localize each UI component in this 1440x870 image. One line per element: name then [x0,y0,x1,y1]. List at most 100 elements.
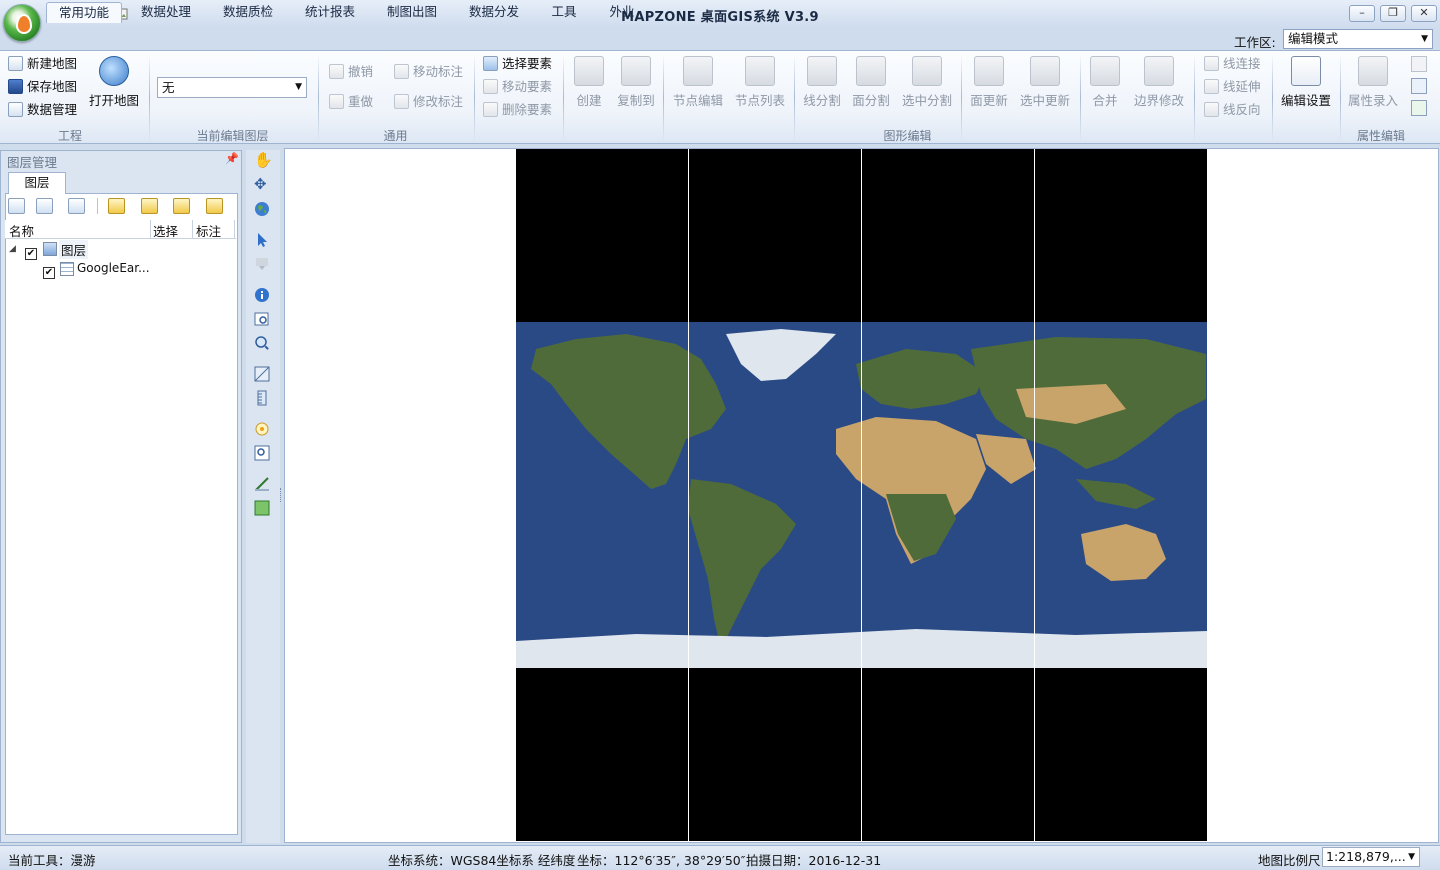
data-manage-button[interactable]: 数据管理 [8,100,77,120]
measure-area-icon[interactable] [254,366,270,382]
zoom-search-icon[interactable] [254,335,270,351]
ruler-icon[interactable] [254,390,270,406]
polygon-update-button[interactable]: 面更新 [969,54,1009,110]
zoom-to-layer-icon[interactable] [254,445,270,461]
delete-feature-icon [483,102,498,117]
root-checkbox[interactable]: ✔ [25,243,37,260]
create-label: 创建 [576,93,602,108]
close-button[interactable]: ✕ [1411,5,1437,22]
copy-to-button[interactable]: 复制到 [614,54,658,110]
minimize-button[interactable]: – [1349,5,1375,22]
selected-update-button[interactable]: 选中更新 [1018,54,1072,110]
column-select[interactable]: 选择 [153,221,178,240]
create-button[interactable]: 创建 [570,54,608,110]
layer-name[interactable]: GoogleEar... [77,261,150,275]
open-map-button[interactable]: 打开地图 [88,54,140,110]
line-connect-label: 线连接 [1223,56,1261,71]
node-list-button[interactable]: 节点列表 [732,54,788,110]
merge-button[interactable]: 合并 [1088,54,1122,110]
attribute-search-icon[interactable] [1411,100,1427,116]
layer-down-icon[interactable] [141,198,158,214]
layer-top-icon[interactable] [173,198,190,214]
draw-polygon-icon[interactable] [254,500,270,516]
tab-field[interactable]: 外业 [602,2,642,22]
new-map-button[interactable]: 新建地图 [8,54,77,74]
check-icon: ✔ [43,267,55,279]
tab-tools[interactable]: 工具 [546,2,582,22]
group-label-graphic-edit: 图形编辑 [883,129,932,143]
node-edit-icon [683,56,713,86]
attribute-copy-icon[interactable] [1411,56,1427,72]
chevron-down-icon: ▼ [295,82,302,92]
layer-checkbox[interactable]: ✔ [43,262,55,279]
select-feature-label: 选择要素 [502,56,553,71]
selected-split-button[interactable]: 选中分割 [900,54,954,110]
restore-button[interactable]: ❐ [1380,5,1406,22]
tab-layers[interactable]: 图层 [8,172,66,194]
line-connect-icon [1204,56,1219,71]
attribute-entry-icon [1358,56,1388,86]
edit-label-button[interactable]: 修改标注 [394,92,463,112]
open-map-label: 打开地图 [88,93,139,108]
app-logo-button[interactable] [3,4,41,42]
node-edit-button[interactable]: 节点编辑 [672,54,724,110]
expand-toggle-icon[interactable]: ◢ [9,244,16,254]
world-imagery [516,149,1207,841]
tab-data-distribution[interactable]: 数据分发 [460,2,528,22]
group-label-edit-layer: 当前编辑图层 [196,129,269,143]
select-arrow-icon[interactable] [254,232,270,248]
save-map-button[interactable]: 保存地图 [8,77,77,97]
attribute-table-icon[interactable] [68,198,85,214]
line-reverse-button[interactable]: 线反向 [1204,100,1261,120]
workspace-select[interactable]: 编辑模式 ▼ [1283,29,1433,49]
undo-icon [329,64,344,79]
map-scale-select[interactable]: 1:218,879,... ▼ [1322,847,1420,867]
attribute-table-icon[interactable] [1411,78,1427,94]
database-icon [8,102,23,117]
chevron-down-icon: ▼ [1421,34,1428,44]
remove-layer-icon[interactable] [36,198,53,214]
info-icon[interactable] [254,287,270,303]
splitter-grip[interactable] [280,488,282,502]
draw-line-icon[interactable] [254,476,270,492]
pin-icon[interactable]: 📌 [225,152,239,165]
redo-button[interactable]: 重做 [329,92,373,112]
line-split-button[interactable]: 线分割 [802,54,842,110]
polygon-split-button[interactable]: 面分割 [851,54,891,110]
layer-list-body [5,193,238,835]
edit-layer-select[interactable]: 无 ▼ [157,77,307,98]
full-extent-icon[interactable]: ✥ [254,176,270,192]
check-icon: ✔ [25,248,37,260]
select-feature-button[interactable]: 选择要素 [483,54,552,74]
tree-root-label[interactable]: 图层 [59,240,89,259]
move-label-button[interactable]: 移动标注 [394,62,463,82]
layer-bottom-icon[interactable] [206,198,223,214]
select-down-icon[interactable] [254,256,270,272]
undo-button[interactable]: 撤销 [329,62,373,82]
column-label[interactable]: 标注 [196,221,221,240]
globe-icon[interactable] [254,201,270,217]
zoom-window-icon[interactable] [254,311,270,327]
add-layer-icon[interactable] [8,198,25,214]
move-label-icon [394,64,409,79]
save-icon [8,79,23,94]
edit-settings-button[interactable]: 编辑设置 [1279,54,1333,110]
tab-cartography[interactable]: 制图出图 [378,2,446,22]
column-name[interactable]: 名称 [9,221,34,240]
boundary-modify-button[interactable]: 边界修改 [1132,54,1186,110]
move-feature-button[interactable]: 移动要素 [483,77,552,97]
tab-common[interactable]: 常用功能 [46,2,122,23]
pan-hand-icon[interactable]: ✋ [254,152,273,168]
map-canvas[interactable] [516,149,1207,841]
tab-data-processing[interactable]: 数据处理 [132,2,200,22]
layer-up-icon[interactable] [108,198,125,214]
tab-statistics[interactable]: 统计报表 [296,2,364,22]
tab-data-qc[interactable]: 数据质检 [214,2,282,22]
line-extend-button[interactable]: 线延伸 [1204,77,1261,97]
group-label-common: 通用 [383,129,408,143]
attribute-entry-button[interactable]: 属性录入 [1347,54,1399,110]
delete-feature-button[interactable]: 删除要素 [483,100,552,120]
coordinate-system-status: 坐标系统：WGS84坐标系 经纬度 [388,853,576,868]
line-connect-button[interactable]: 线连接 [1204,54,1261,74]
bookmark-icon[interactable] [254,421,270,437]
